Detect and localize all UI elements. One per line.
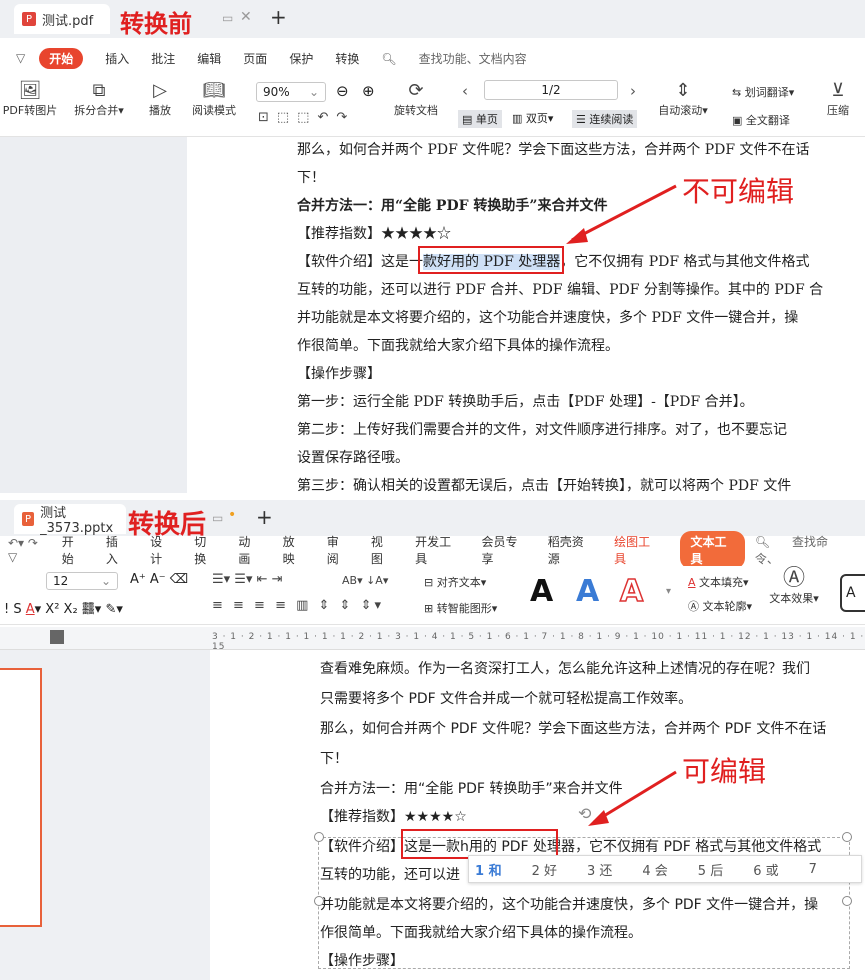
bottom-arrow <box>588 770 677 826</box>
